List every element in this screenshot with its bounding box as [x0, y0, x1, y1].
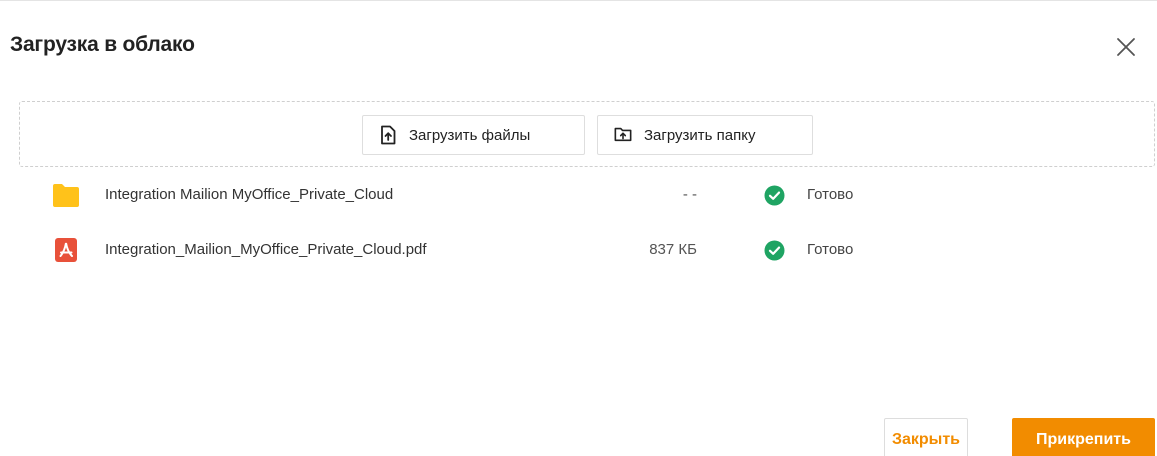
file-row: Integration Mailion MyOffice_Private_Clo… — [0, 175, 1157, 215]
pdf-icon — [55, 238, 77, 262]
upload-files-button[interactable]: Загрузить файлы — [362, 115, 585, 155]
upload-dialog: Загрузка в облако Загрузить файлы Загруз… — [0, 0, 1157, 456]
folder-upload-icon — [614, 125, 632, 145]
upload-dropzone[interactable]: Загрузить файлы Загрузить папку — [19, 101, 1155, 167]
close-dialog-button[interactable] — [1113, 34, 1139, 60]
close-button[interactable]: Закрыть — [884, 418, 968, 456]
file-size: 837 КБ — [649, 241, 697, 258]
status-text: Готово — [807, 186, 854, 203]
attach-button[interactable]: Прикрепить — [1012, 418, 1155, 456]
dialog-title: Загрузка в облако — [10, 33, 195, 56]
status-text: Готово — [807, 241, 854, 258]
close-icon — [1117, 38, 1135, 56]
upload-folder-button[interactable]: Загрузить папку — [597, 115, 813, 155]
file-size: - - — [682, 186, 697, 203]
file-upload-icon — [379, 125, 397, 145]
file-row: Integration_Mailion_MyOffice_Private_Clo… — [0, 230, 1157, 270]
folder-icon — [53, 184, 79, 207]
upload-folder-label: Загрузить папку — [644, 126, 756, 144]
file-name: Integration Mailion MyOffice_Private_Clo… — [105, 186, 394, 203]
file-name: Integration_Mailion_MyOffice_Private_Clo… — [105, 241, 427, 258]
upload-files-label: Загрузить файлы — [409, 126, 531, 144]
check-circle-icon — [764, 185, 785, 206]
check-circle-icon — [764, 240, 785, 261]
